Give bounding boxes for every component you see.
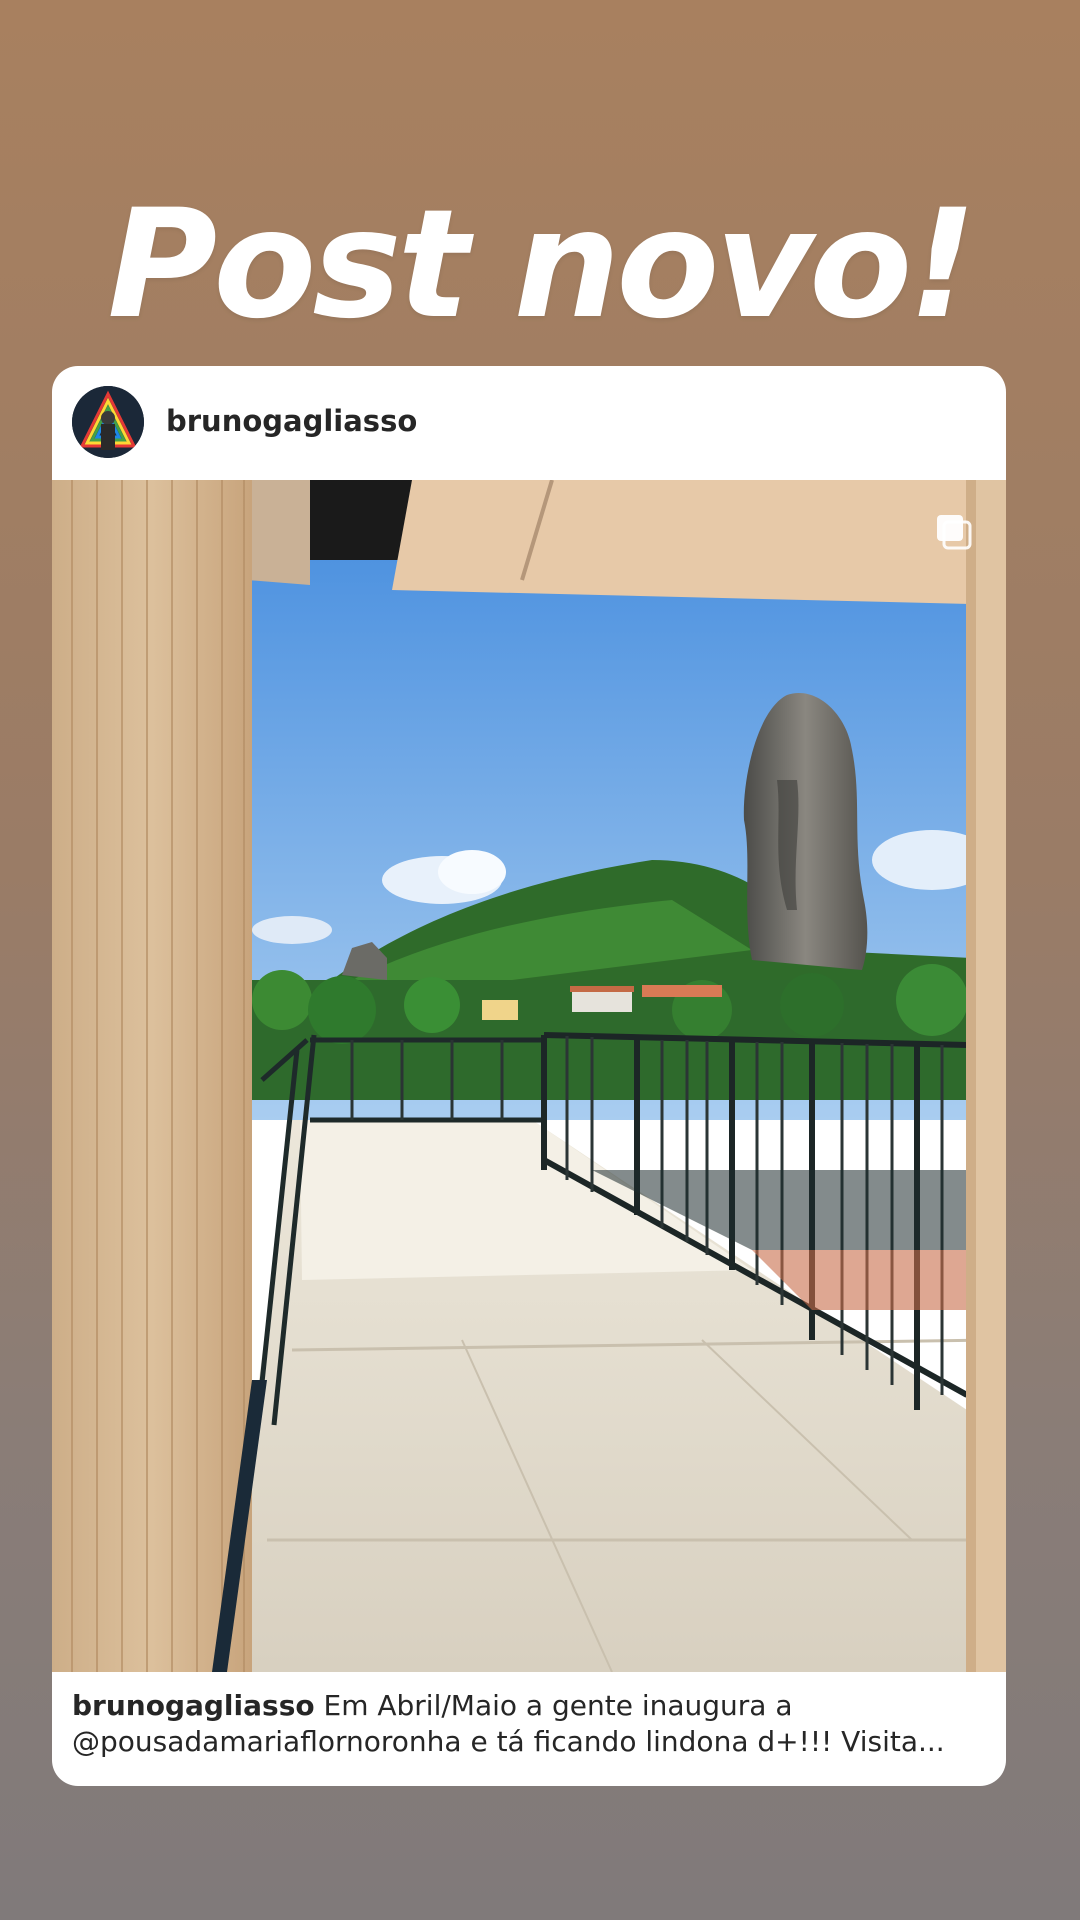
profile-avatar-image (72, 386, 144, 458)
caption-text-1: Em Abril/Maio a gente inaugura a (323, 1689, 793, 1722)
caption-line-2: @pousadamariaflornoronha e tá ficando li… (72, 1725, 945, 1758)
caption-username[interactable]: brunogagliasso (72, 1689, 315, 1722)
shared-post-card[interactable]: brunogagliasso brunogagliasso Em Abril/M… (52, 366, 1006, 1786)
post-image (52, 480, 1006, 1672)
story-headline: Post novo! (107, 178, 976, 352)
post-username[interactable]: brunogagliasso (166, 404, 417, 438)
multiple-photos-icon (934, 512, 974, 552)
caption-line-1: brunogagliasso Em Abril/Maio a gente ina… (72, 1688, 986, 1724)
post-photo[interactable] (52, 480, 1006, 1672)
avatar[interactable] (72, 386, 144, 458)
post-header[interactable]: brunogagliasso (52, 366, 1006, 480)
post-caption[interactable]: brunogagliasso Em Abril/Maio a gente ina… (72, 1688, 986, 1760)
